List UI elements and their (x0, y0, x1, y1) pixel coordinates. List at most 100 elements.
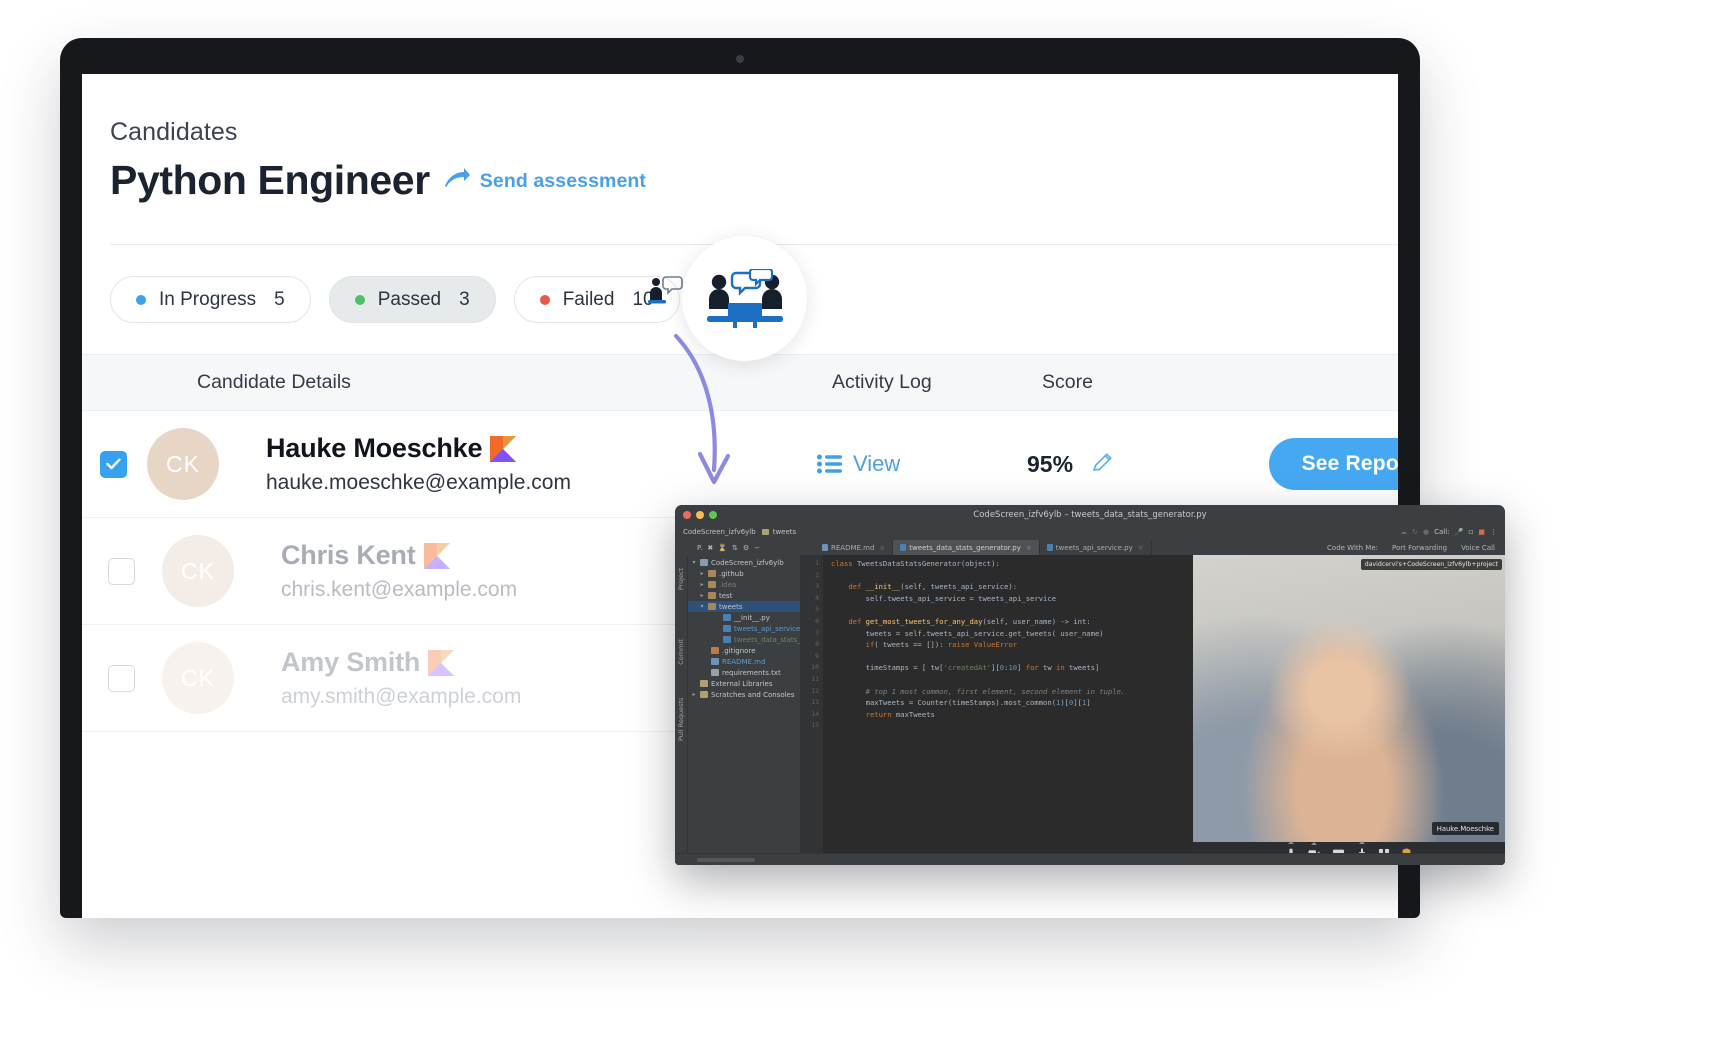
camera-icon[interactable]: ◽ (1468, 528, 1473, 536)
candidate-email: hauke.moeschke@example.com (266, 471, 571, 495)
tool-window-strip: Project Commit Pull Requests (675, 555, 688, 865)
tree-node[interactable]: ▸.github (688, 568, 800, 579)
activity-view-link[interactable]: View (817, 451, 1027, 477)
collapse-icon[interactable]: ✖ (707, 544, 713, 552)
code-with-me-label: Code With Me: (1327, 544, 1378, 552)
filter-count: 5 (274, 289, 285, 311)
checkbox-unchecked-icon[interactable] (108, 665, 135, 692)
list-icon (817, 454, 842, 474)
tab-readme[interactable]: README.md × (815, 540, 893, 555)
share-arrow-icon (444, 168, 471, 195)
project-file-tree[interactable]: ▾CodeScreen_izfv6ylb ▸.github ▸.idea ▸te… (688, 555, 801, 865)
tab-tweets-api-service[interactable]: tweets_api_service.py × (1040, 540, 1152, 555)
line-number-gutter: 1 2 3 4 5 6 7 8 9 10 11 12 13 14 15 (801, 555, 823, 865)
candidate-name: Hauke Moeschke (266, 433, 482, 464)
kotlin-logo-icon (424, 543, 450, 569)
see-report-button[interactable]: See Report (1269, 438, 1398, 490)
tree-node[interactable]: ▸.idea (688, 579, 800, 590)
filter-label: In Progress (159, 289, 256, 311)
tree-node[interactable]: ▸Scratches and Consoles (688, 689, 800, 700)
folder-icon (762, 529, 769, 535)
avatar: CK (147, 428, 219, 500)
filter-label: Failed (563, 289, 615, 311)
record-icon[interactable]: ● (1423, 528, 1429, 536)
tree-node[interactable]: .gitignore (688, 645, 800, 656)
tree-node[interactable]: requirements.txt (688, 667, 800, 678)
port-forwarding-tab[interactable]: Port Forwarding (1392, 544, 1447, 552)
sync-icon[interactable]: ↻ (1412, 528, 1418, 536)
candidate-email: amy.smith@example.com (281, 685, 521, 709)
minimize-icon[interactable]: − (754, 544, 760, 552)
expand-icon[interactable]: ⇅ (732, 544, 738, 552)
breadcrumb[interactable]: Candidates (110, 118, 1398, 147)
ide-body: Project Commit Pull Requests ▾CodeScreen… (675, 555, 1505, 865)
filter-label: Passed (378, 289, 441, 311)
status-dot-failed (540, 295, 550, 305)
tool-tab-pull-requests[interactable]: Pull Requests (677, 707, 685, 741)
participant-name-label: Hauke.Moeschke (1432, 822, 1499, 835)
filter-chip-in-progress[interactable]: In Progress 5 (110, 276, 311, 323)
ide-toolbar: P. ✖ ⌛ ⇅ ⚙ − README.md × tweets_data_sta… (675, 540, 1505, 555)
app-header: Candidates Python Engineer Send assessme… (82, 74, 1398, 245)
project-selector[interactable]: P. (697, 544, 702, 552)
cloud-icon[interactable]: ☁ (1400, 528, 1407, 536)
column-header-score: Score (1042, 371, 1272, 394)
tool-tab-commit[interactable]: Commit (677, 635, 685, 669)
close-icon[interactable]: × (1138, 544, 1144, 552)
ide-navbar: CodeScreen_izfv6ylb tweets ☁ ↻ ● Call: 🎤… (675, 524, 1505, 540)
code-editor[interactable]: 1 2 3 4 5 6 7 8 9 10 11 12 13 14 15 clas… (801, 555, 1193, 865)
ide-window-title: CodeScreen_izfv6ylb – tweets_data_stats_… (675, 510, 1505, 520)
filter-chip-passed[interactable]: Passed 3 (329, 276, 496, 323)
close-icon[interactable] (683, 511, 691, 519)
tree-node[interactable]: ▸test (688, 590, 800, 601)
participant-video (1193, 555, 1505, 865)
nav-project[interactable]: CodeScreen_izfv6ylb (683, 528, 756, 536)
nav-folder[interactable]: tweets (762, 528, 796, 536)
tree-node[interactable]: tweets_data_stats_ (688, 634, 800, 645)
code-content[interactable]: class TweetsDataStatsGenerator(object): … (823, 555, 1193, 865)
row-checkbox[interactable] (82, 665, 142, 692)
column-header-details: Candidate Details (142, 371, 832, 394)
tree-node[interactable]: ▾CodeScreen_izfv6ylb (688, 557, 800, 568)
screen-share-off-icon[interactable]: ■ (1478, 528, 1485, 536)
minimize-icon[interactable] (696, 511, 704, 519)
video-call-pane[interactable]: davidcervi's+CodeScreen_izfv6ylb+project… (1193, 555, 1505, 865)
interview-badge[interactable] (682, 236, 807, 361)
tree-node[interactable]: README.md (688, 656, 800, 667)
call-label: Call: (1434, 528, 1449, 536)
score-value: 95% (1027, 451, 1073, 478)
row-checkbox[interactable] (82, 451, 127, 478)
status-dot-in-progress (136, 295, 146, 305)
column-header-activity: Activity Log (832, 371, 1042, 394)
gear-icon[interactable]: ⚙ (743, 544, 749, 552)
tree-node[interactable]: ▾tweets (688, 601, 800, 612)
send-assessment-label: Send assessment (480, 170, 646, 193)
activity-view-label: View (853, 451, 900, 477)
ide-status-bar (675, 853, 1505, 865)
send-assessment-button[interactable]: Send assessment (444, 168, 646, 204)
row-checkbox[interactable] (82, 558, 142, 585)
table-row[interactable]: CK Hauke Moeschke hauke.moeschke@example… (82, 411, 1398, 518)
ide-window[interactable]: CodeScreen_izfv6ylb – tweets_data_stats_… (675, 505, 1505, 865)
window-controls[interactable] (683, 511, 717, 519)
sort-icon[interactable]: ⌛ (718, 544, 727, 552)
tab-tweets-data-stats-generator[interactable]: tweets_data_stats_generator.py × (893, 540, 1039, 555)
tree-node[interactable]: tweets_api_service.py (688, 623, 800, 634)
close-icon[interactable]: × (1026, 544, 1032, 552)
kebab-menu-icon[interactable]: ⋮ (1490, 528, 1497, 536)
voice-call-tab[interactable]: Voice Call (1461, 544, 1495, 552)
filter-bar: In Progress 5 Passed 3 Failed 10 (82, 245, 1398, 323)
ide-titlebar[interactable]: CodeScreen_izfv6ylb – tweets_data_stats_… (675, 505, 1505, 524)
candidate-name: Amy Smith (281, 647, 420, 678)
tree-node[interactable]: External Libraries (688, 678, 800, 689)
tree-node[interactable]: __init__.py (688, 612, 800, 623)
checkbox-checked-icon[interactable] (100, 451, 127, 478)
status-indicator (697, 858, 755, 862)
tool-tab-project[interactable]: Project (677, 562, 685, 596)
microphone-icon[interactable]: 🎤 (1455, 528, 1464, 536)
table-header: Candidate Details Activity Log Score (82, 354, 1398, 411)
maximize-icon[interactable] (709, 511, 717, 519)
pencil-icon[interactable] (1091, 450, 1115, 479)
checkbox-unchecked-icon[interactable] (108, 558, 135, 585)
close-icon[interactable]: × (879, 544, 885, 552)
